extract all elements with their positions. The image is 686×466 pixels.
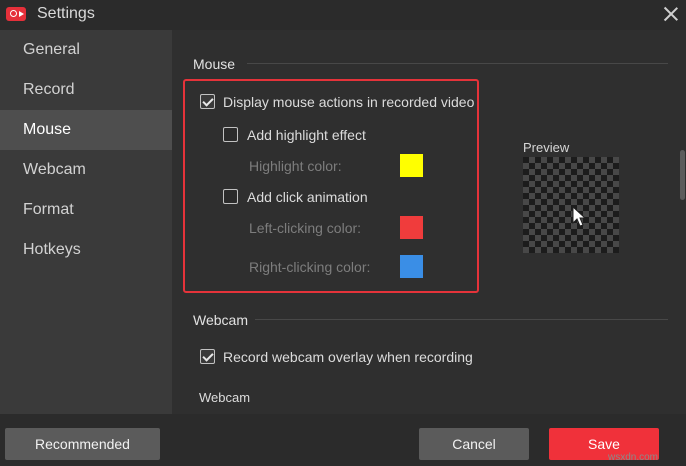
settings-sidebar: General Record Mouse Webcam Format Hotke… (0, 30, 172, 414)
recommended-button[interactable]: Recommended (5, 428, 160, 460)
footer-bar: Recommended Cancel Save (0, 414, 686, 466)
display-mouse-actions-label: Display mouse actions in recorded video (223, 94, 475, 110)
highlight-color-label: Highlight color: (249, 158, 342, 174)
sidebar-item-mouse[interactable]: Mouse (0, 110, 172, 150)
mouse-section-title: Mouse (193, 56, 236, 72)
title-bar: Settings (0, 0, 686, 30)
vertical-scrollbar[interactable] (680, 150, 685, 200)
webcam-overlay-checkbox[interactable] (200, 349, 215, 364)
right-click-color-swatch[interactable] (400, 255, 423, 278)
click-animation-label: Add click animation (247, 189, 368, 205)
webcam-section-divider (255, 319, 668, 320)
window-title: Settings (37, 5, 95, 22)
cancel-button[interactable]: Cancel (419, 428, 529, 460)
preview-label: Preview (523, 140, 570, 155)
display-mouse-actions-checkbox[interactable] (200, 94, 215, 109)
sidebar-item-format[interactable]: Format (0, 190, 172, 230)
sidebar-item-webcam[interactable]: Webcam (0, 150, 172, 190)
webcam-sub-label: Webcam (199, 390, 251, 405)
left-click-color-label: Left-clicking color: (249, 220, 362, 236)
highlight-effect-checkbox[interactable] (223, 127, 238, 142)
settings-main-panel: Mouse Display mouse actions in recorded … (172, 30, 686, 414)
sidebar-item-record[interactable]: Record (0, 70, 172, 110)
right-click-color-label: Right-clicking color: (249, 259, 371, 275)
click-animation-checkbox[interactable] (223, 189, 238, 204)
cursor-preview (523, 157, 619, 253)
app-logo-icon (6, 7, 26, 21)
mouse-cursor-icon (572, 206, 587, 227)
webcam-section-title: Webcam (193, 312, 248, 328)
highlight-effect-label: Add highlight effect (247, 127, 366, 143)
highlight-color-swatch[interactable] (400, 154, 423, 177)
left-click-color-swatch[interactable] (400, 216, 423, 239)
sidebar-item-hotkeys[interactable]: Hotkeys (0, 230, 172, 270)
webcam-overlay-label: Record webcam overlay when recording (223, 349, 473, 365)
watermark-text: wsxdn.com (608, 452, 659, 463)
sidebar-item-general[interactable]: General (0, 30, 172, 70)
mouse-section-divider (247, 63, 668, 64)
close-icon[interactable] (661, 4, 681, 24)
